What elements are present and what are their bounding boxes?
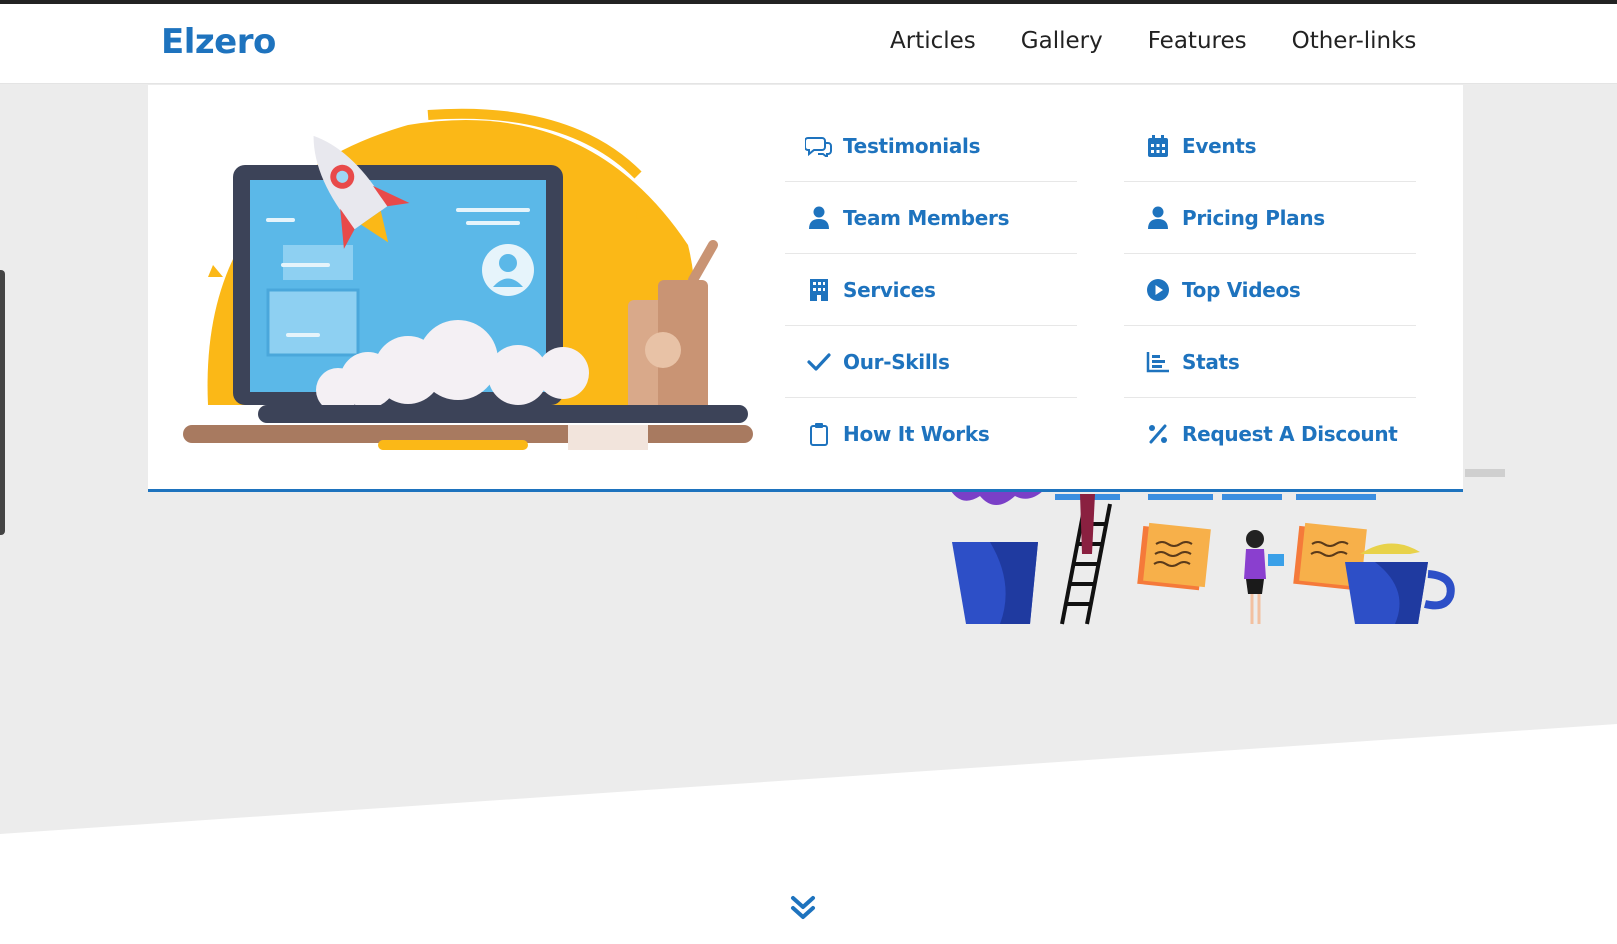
menu-item-label: Services [843,277,936,302]
mega-menu-column-1: Testimonials Team Members Services Our-S… [785,110,1077,470]
check-icon [805,350,833,374]
mega-menu: Testimonials Team Members Services Our-S… [148,85,1463,492]
double-chevron-down-icon[interactable] [788,893,818,923]
menu-item-our-skills[interactable]: Our-Skills [785,326,1077,398]
menu-item-how-it-works[interactable]: How It Works [785,398,1077,470]
menu-item-label: Request A Discount [1182,422,1398,446]
site-header: Elzero Articles Gallery Features Other-l… [0,4,1617,84]
menu-item-top-videos[interactable]: Top Videos [1124,254,1416,326]
menu-item-label: How It Works [843,422,990,446]
user-icon [1144,206,1172,230]
menu-item-label: Team Members [843,205,1010,230]
menu-item-pricing-plans[interactable]: Pricing Plans [1124,182,1416,254]
menu-item-services[interactable]: Services [785,254,1077,326]
chart-bar-icon [1144,350,1172,374]
menu-item-label: Top Videos [1182,277,1301,302]
menu-item-label: Events [1182,133,1257,158]
menu-item-label: Testimonials [843,133,981,158]
menu-item-events[interactable]: Events [1124,110,1416,182]
main-nav: Articles Gallery Features Other-links [890,28,1416,54]
menu-item-stats[interactable]: Stats [1124,326,1416,398]
nav-link-gallery[interactable]: Gallery [1021,28,1103,54]
nav-link-articles[interactable]: Articles [890,28,976,54]
comments-icon [805,134,833,158]
nav-link-other-links[interactable]: Other-links [1292,28,1417,54]
site-logo[interactable]: Elzero [161,22,276,62]
menu-item-label: Pricing Plans [1182,205,1325,230]
laptop-rocket-illustration [183,108,753,450]
menu-item-label: Stats [1182,349,1240,374]
building-icon [805,278,833,302]
percent-icon [1144,422,1172,446]
mega-menu-column-2: Events Pricing Plans Top Videos Stats Re… [1124,110,1416,470]
play-circle-icon [1144,278,1172,302]
menu-item-testimonials[interactable]: Testimonials [785,110,1077,182]
nav-link-features[interactable]: Features [1148,28,1247,54]
calendar-icon [1144,134,1172,158]
user-icon [805,206,833,230]
menu-item-team-members[interactable]: Team Members [785,182,1077,254]
side-scroll-handle[interactable] [0,270,5,535]
clipboard-icon [805,422,833,446]
menu-item-label: Our-Skills [843,349,950,374]
menu-item-request-a-discount[interactable]: Request A Discount [1124,398,1416,470]
